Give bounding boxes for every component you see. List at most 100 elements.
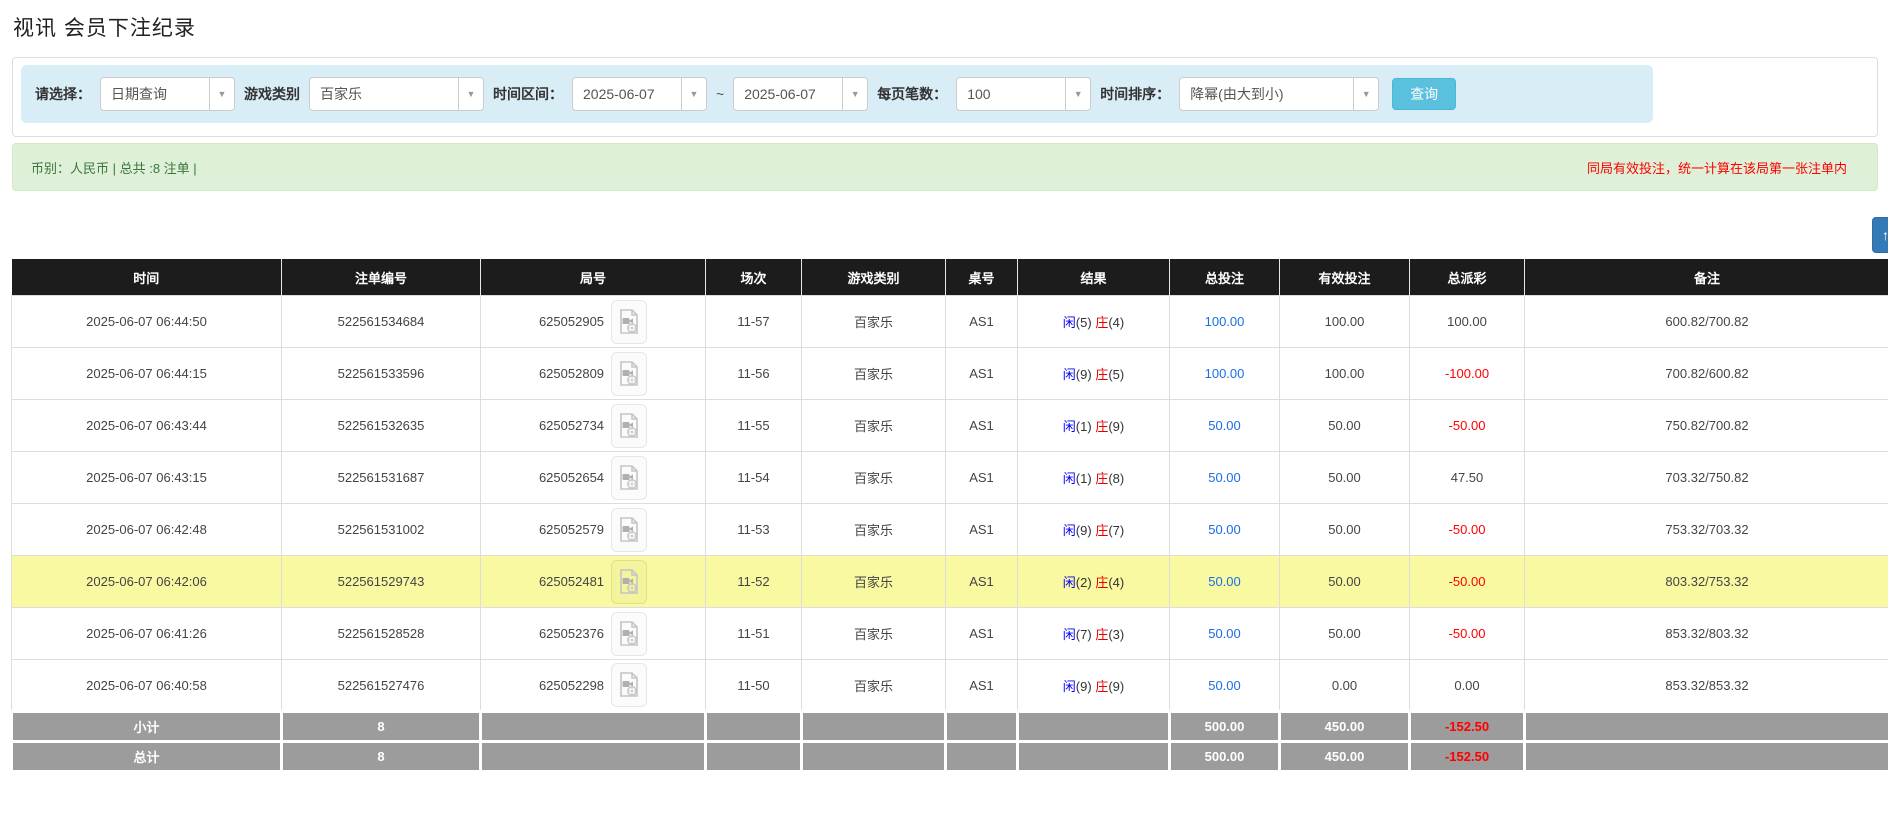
result-banker-label: 庄	[1095, 367, 1108, 382]
table-row[interactable]: 2025-06-07 06:40:58 522561527476 6250522…	[12, 660, 1888, 712]
total-bet-link[interactable]: 50.00	[1208, 522, 1241, 537]
result-player-label: 闲	[1063, 679, 1076, 694]
chevron-down-icon: ▼	[209, 78, 234, 110]
result-banker-label: 庄	[1095, 679, 1108, 694]
col-header-table: 桌号	[946, 260, 1018, 296]
cell-payout: -50.00	[1410, 400, 1525, 452]
result-banker-number: (8)	[1108, 471, 1124, 486]
table-row[interactable]: 2025-06-07 06:42:06 522561529743 6250524…	[12, 556, 1888, 608]
video-replay-button[interactable]	[611, 508, 647, 552]
cell-round: 625052481	[481, 556, 706, 608]
col-header-valid-bet: 有效投注	[1280, 260, 1410, 296]
col-header-round: 局号	[481, 260, 706, 296]
currency-summary-text: 币别：人民币 | 总共 :8 注单 |	[31, 158, 197, 177]
cell-result: 闲(1) 庄(8)	[1018, 452, 1170, 504]
date-to-value: 2025-06-07	[734, 78, 842, 110]
cell-session: 11-57	[706, 296, 802, 348]
video-replay-button[interactable]	[611, 663, 647, 707]
video-replay-button[interactable]	[611, 352, 647, 396]
result-banker-number: (4)	[1108, 315, 1124, 330]
round-number: 625052481	[539, 574, 604, 589]
round-number: 625052734	[539, 418, 604, 433]
cell-note: 703.32/750.82	[1525, 452, 1888, 504]
cell-time: 2025-06-07 06:41:26	[12, 608, 282, 660]
total-bet-link[interactable]: 50.00	[1208, 574, 1241, 589]
query-type-label: 请选择：	[35, 84, 91, 104]
video-file-icon	[619, 517, 639, 543]
result-banker-label: 庄	[1095, 419, 1108, 434]
total-bet-link[interactable]: 50.00	[1208, 678, 1241, 693]
video-replay-button[interactable]	[611, 404, 647, 448]
cell-result: 闲(9) 庄(9)	[1018, 660, 1170, 712]
total-bet-link[interactable]: 100.00	[1205, 314, 1245, 329]
video-replay-button[interactable]	[611, 560, 647, 604]
video-file-icon	[619, 309, 639, 335]
cell-session: 11-54	[706, 452, 802, 504]
result-banker-label: 庄	[1095, 575, 1108, 590]
game-type-select[interactable]: 百家乐 ▼	[309, 77, 484, 111]
cell-table: AS1	[946, 660, 1018, 712]
cell-round: 625052579	[481, 504, 706, 556]
cut-off-action-button[interactable]: ↑	[1872, 217, 1888, 253]
cell-note: 853.32/853.32	[1525, 660, 1888, 712]
cell-total-bet: 50.00	[1170, 504, 1280, 556]
result-player-number: (2)	[1076, 575, 1092, 590]
total-bet-link[interactable]: 50.00	[1208, 470, 1241, 485]
table-row[interactable]: 2025-06-07 06:44:15 522561533596 6250528…	[12, 348, 1888, 400]
total-bet-link[interactable]: 50.00	[1208, 418, 1241, 433]
time-range-label: 时间区间：	[493, 84, 563, 104]
summary-bar: 币别：人民币 | 总共 :8 注单 | 同局有效投注，统一计算在该局第一张注单内	[12, 143, 1878, 191]
round-number: 625052298	[539, 678, 604, 693]
cell-valid-bet: 100.00	[1280, 348, 1410, 400]
cell-game-type: 百家乐	[802, 660, 946, 712]
total-row: 总计 8 500.00 450.00 -152.50	[12, 742, 1888, 772]
search-button[interactable]: 查询	[1392, 78, 1456, 110]
table-row[interactable]: 2025-06-07 06:42:48 522561531002 6250525…	[12, 504, 1888, 556]
cell-session: 11-55	[706, 400, 802, 452]
cell-table: AS1	[946, 504, 1018, 556]
cell-session: 11-50	[706, 660, 802, 712]
cell-payout: -50.00	[1410, 608, 1525, 660]
date-to-select[interactable]: 2025-06-07 ▼	[733, 77, 868, 111]
page-size-select[interactable]: 100 ▼	[956, 77, 1091, 111]
subtotal-label: 小计	[12, 712, 282, 742]
valid-bet-notice: 同局有效投注，统一计算在该局第一张注单内	[1587, 158, 1847, 177]
filter-bar: 请选择： 日期查询 ▼ 游戏类别 百家乐 ▼ 时间区间： 2025-06-07 …	[21, 65, 1653, 123]
table-row[interactable]: 2025-06-07 06:44:50 522561534684 6250529…	[12, 296, 1888, 348]
result-player-label: 闲	[1063, 471, 1076, 486]
cell-payout: 47.50	[1410, 452, 1525, 504]
video-file-icon	[619, 413, 639, 439]
total-label: 总计	[12, 742, 282, 772]
result-banker-number: (7)	[1108, 523, 1124, 538]
cell-total-bet: 50.00	[1170, 608, 1280, 660]
cell-total-bet: 50.00	[1170, 452, 1280, 504]
cell-bet-id: 522561534684	[282, 296, 481, 348]
cell-result: 闲(5) 庄(4)	[1018, 296, 1170, 348]
table-row[interactable]: 2025-06-07 06:41:26 522561528528 6250523…	[12, 608, 1888, 660]
table-row[interactable]: 2025-06-07 06:43:15 522561531687 6250526…	[12, 452, 1888, 504]
cell-table: AS1	[946, 452, 1018, 504]
cell-round: 625052809	[481, 348, 706, 400]
round-number: 625052579	[539, 522, 604, 537]
col-header-payout: 总派彩	[1410, 260, 1525, 296]
result-banker-number: (3)	[1108, 627, 1124, 642]
video-replay-button[interactable]	[611, 612, 647, 656]
video-replay-button[interactable]	[611, 300, 647, 344]
date-from-select[interactable]: 2025-06-07 ▼	[572, 77, 707, 111]
cell-bet-id: 522561532635	[282, 400, 481, 452]
cell-result: 闲(9) 庄(7)	[1018, 504, 1170, 556]
total-bet-link[interactable]: 50.00	[1208, 626, 1241, 641]
col-header-total-bet: 总投注	[1170, 260, 1280, 296]
sort-order-select[interactable]: 降幂(由大到小) ▼	[1179, 77, 1379, 111]
result-banker-number: (4)	[1108, 575, 1124, 590]
cell-round: 625052376	[481, 608, 706, 660]
query-type-select[interactable]: 日期查询 ▼	[100, 77, 235, 111]
cell-payout: -100.00	[1410, 348, 1525, 400]
total-bet-link[interactable]: 100.00	[1205, 366, 1245, 381]
video-replay-button[interactable]	[611, 456, 647, 500]
cell-bet-id: 522561533596	[282, 348, 481, 400]
chevron-down-icon: ▼	[458, 78, 483, 110]
table-row[interactable]: 2025-06-07 06:43:44 522561532635 6250527…	[12, 400, 1888, 452]
video-file-icon	[619, 621, 639, 647]
cell-round: 625052734	[481, 400, 706, 452]
